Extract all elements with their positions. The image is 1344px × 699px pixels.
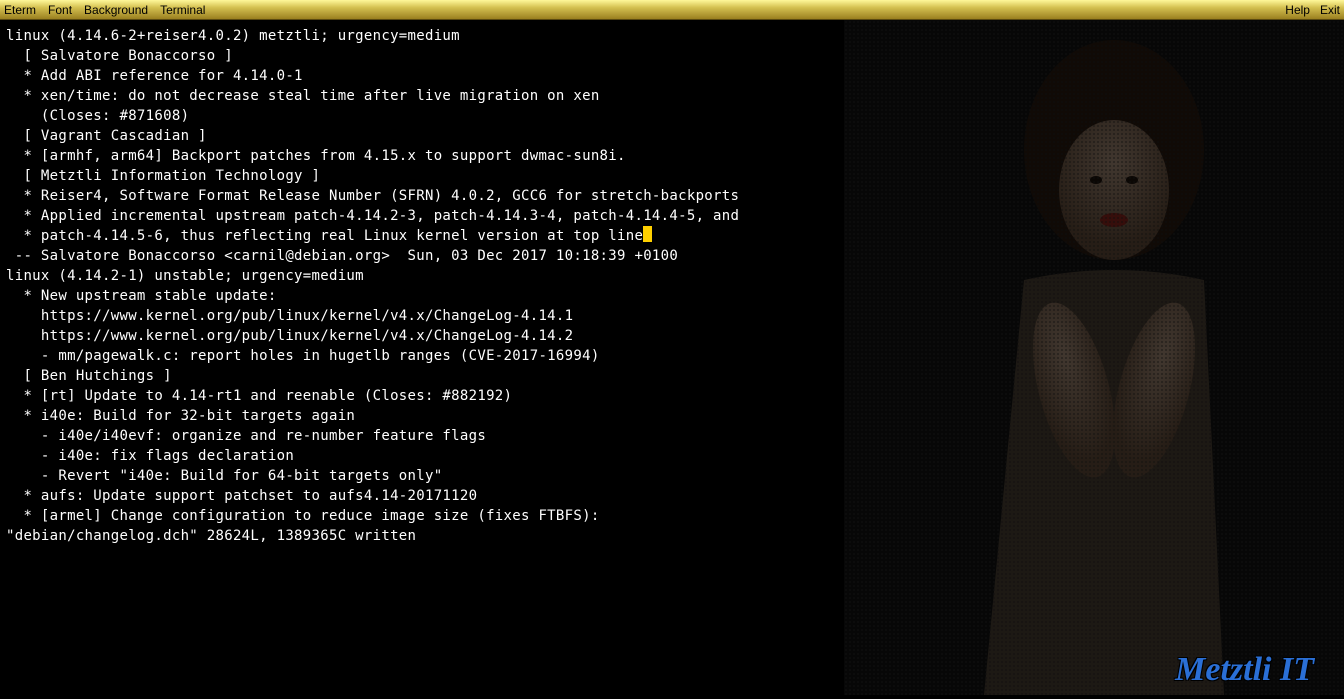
- menubar-left: Eterm Font Background Terminal: [4, 3, 205, 17]
- terminal-line: linux (4.14.6-2+reiser4.0.2) metztli; ur…: [6, 26, 1338, 46]
- terminal-line: * Reiser4, Software Format Release Numbe…: [6, 186, 1338, 206]
- terminal-line: (Closes: #871608): [6, 106, 1338, 126]
- terminal-line: * Applied incremental upstream patch-4.1…: [6, 206, 1338, 226]
- terminal-line: https://www.kernel.org/pub/linux/kernel/…: [6, 306, 1338, 326]
- menubar: Eterm Font Background Terminal Help Exit: [0, 0, 1344, 20]
- terminal-line: * New upstream stable update:: [6, 286, 1338, 306]
- terminal-line: linux (4.14.2-1) unstable; urgency=mediu…: [6, 266, 1338, 286]
- menu-background[interactable]: Background: [84, 3, 148, 17]
- menubar-right: Help Exit: [1285, 3, 1340, 17]
- terminal-line: https://www.kernel.org/pub/linux/kernel/…: [6, 326, 1338, 346]
- terminal-line: * [rt] Update to 4.14-rt1 and reenable (…: [6, 386, 1338, 406]
- terminal-line: [ Ben Hutchings ]: [6, 366, 1338, 386]
- terminal-line: -- Salvatore Bonaccorso <carnil@debian.o…: [6, 246, 1338, 266]
- menu-terminal[interactable]: Terminal: [160, 3, 205, 17]
- terminal-line: [ Salvatore Bonaccorso ]: [6, 46, 1338, 66]
- terminal-line: [ Metztli Information Technology ]: [6, 166, 1338, 186]
- menu-eterm[interactable]: Eterm: [4, 3, 36, 17]
- terminal-line: - mm/pagewalk.c: report holes in hugetlb…: [6, 346, 1338, 366]
- terminal-line: * Add ABI reference for 4.14.0-1: [6, 66, 1338, 86]
- terminal-line: * [armhf, arm64] Backport patches from 4…: [6, 146, 1338, 166]
- menu-font[interactable]: Font: [48, 3, 72, 17]
- menu-help[interactable]: Help: [1285, 3, 1310, 17]
- terminal-line: * xen/time: do not decrease steal time a…: [6, 86, 1338, 106]
- terminal-output[interactable]: linux (4.14.6-2+reiser4.0.2) metztli; ur…: [0, 20, 1344, 695]
- terminal-line: - i40e: fix flags declaration: [6, 446, 1338, 466]
- terminal-line: - Revert "i40e: Build for 64-bit targets…: [6, 466, 1338, 486]
- terminal-line: [ Vagrant Cascadian ]: [6, 126, 1338, 146]
- terminal-line: "debian/changelog.dch" 28624L, 1389365C …: [6, 526, 1338, 546]
- terminal-line: - i40e/i40evf: organize and re-number fe…: [6, 426, 1338, 446]
- menu-exit[interactable]: Exit: [1320, 3, 1340, 17]
- terminal-line: * i40e: Build for 32-bit targets again: [6, 406, 1338, 426]
- terminal-cursor: [643, 226, 652, 242]
- terminal-line: * aufs: Update support patchset to aufs4…: [6, 486, 1338, 506]
- terminal-line: * [armel] Change configuration to reduce…: [6, 506, 1338, 526]
- terminal-line: * patch-4.14.5-6, thus reflecting real L…: [6, 226, 1338, 246]
